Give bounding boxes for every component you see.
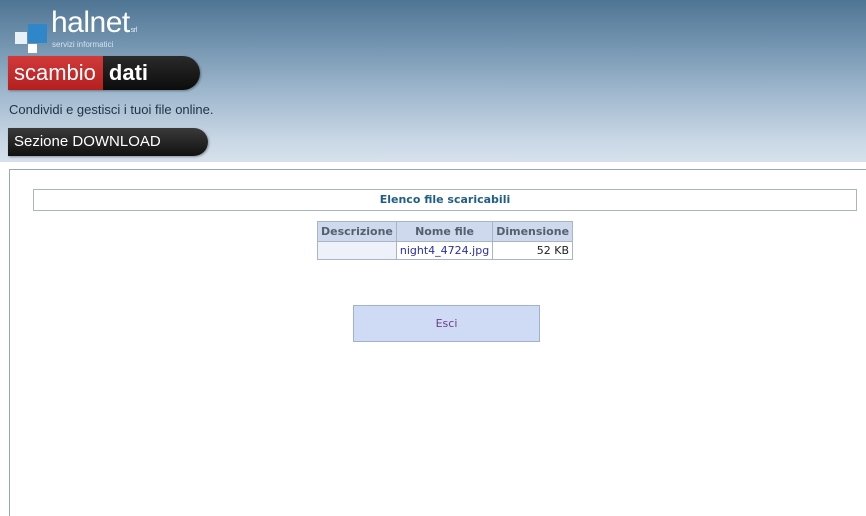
file-table: Descrizione Nome file Dimensione night4_… bbox=[317, 221, 574, 260]
logo-text: halnetsrl bbox=[51, 6, 137, 39]
main-content: Elenco file scaricabili Descrizione Nome… bbox=[9, 169, 866, 516]
logo-suffix: srl bbox=[130, 27, 137, 34]
section-badge: Sezione DOWNLOAD bbox=[8, 128, 208, 156]
app-name-badge: scambio dati bbox=[8, 56, 200, 90]
app-name-part1: scambio bbox=[8, 56, 103, 90]
column-header-size: Dimensione bbox=[492, 221, 574, 242]
exit-button[interactable]: Esci bbox=[353, 305, 540, 342]
tagline: Condividi e gestisci i tuoi file online. bbox=[9, 102, 214, 117]
column-header-filename: Nome file bbox=[395, 221, 494, 242]
table-header-row: Descrizione Nome file Dimensione bbox=[317, 221, 574, 242]
logo-subtitle: servizi informatici bbox=[52, 40, 114, 49]
logo-square-white-icon bbox=[28, 44, 37, 53]
list-title: Elenco file scaricabili bbox=[33, 189, 857, 211]
header-banner: halnetsrl servizi informatici scambio da… bbox=[0, 0, 866, 162]
cell-size: 52 KB bbox=[492, 241, 574, 260]
logo-square-light-icon bbox=[15, 32, 27, 44]
app-name-part2: dati bbox=[102, 56, 200, 90]
file-download-link[interactable]: night4_4724.jpg bbox=[395, 241, 494, 260]
column-header-description: Descrizione bbox=[317, 221, 397, 242]
logo-square-blue-icon bbox=[28, 24, 47, 43]
table-row: night4_4724.jpg 52 KB bbox=[317, 241, 574, 260]
cell-description bbox=[317, 241, 397, 260]
